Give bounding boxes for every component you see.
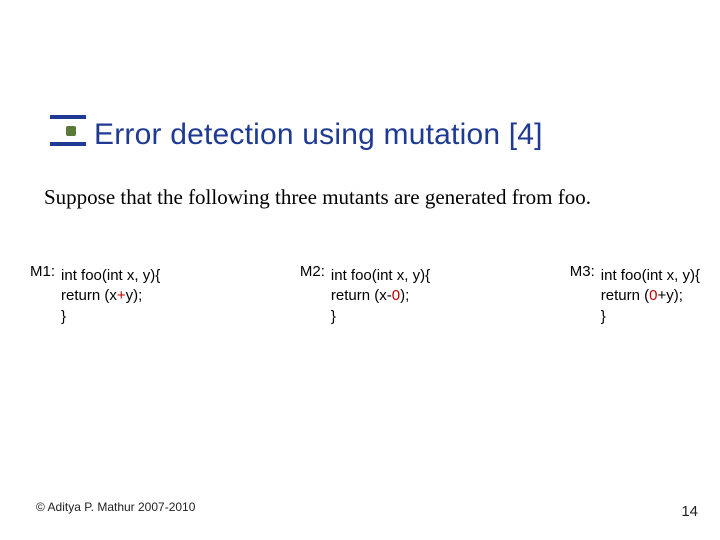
mutant-m3: M3: int foo(int x, y){ return (0+y); } — [570, 263, 700, 327]
mutant-code: int foo(int x, y){ return (x-0); } — [331, 266, 430, 327]
mutant-code: int foo(int x, y){ return (0+y); } — [601, 266, 700, 327]
code-line: } — [61, 308, 66, 325]
code-line: } — [601, 308, 606, 325]
footer-copyright: © Aditya P. Mathur 2007-2010 — [36, 500, 195, 514]
mutants-row: M1: int foo(int x, y){ return (x+y); } M… — [30, 263, 700, 327]
mutant-code: int foo(int x, y){ return (x+y); } — [61, 266, 160, 327]
code-mutation-highlight: 0 — [392, 287, 400, 304]
slide: Error detection using mutation [4] Suppo… — [0, 0, 720, 540]
mutant-m1: M1: int foo(int x, y){ return (x+y); } — [30, 263, 160, 327]
code-line-pre: return (x — [61, 287, 117, 304]
code-line-post: y); — [126, 287, 143, 304]
code-line: int foo(int x, y){ — [601, 267, 700, 284]
code-line-pre: return ( — [601, 287, 649, 304]
footer-page-number: 14 — [681, 503, 698, 520]
title-bullet-icon — [66, 126, 76, 136]
mutant-label: M2: — [300, 263, 325, 280]
mutant-label: M3: — [570, 263, 595, 280]
code-line-pre: return (x- — [331, 287, 392, 304]
code-line-post: +y); — [657, 287, 682, 304]
code-mutation-highlight: + — [117, 287, 126, 304]
mutant-label: M1: — [30, 263, 55, 280]
slide-title: Error detection using mutation [4] — [94, 118, 690, 152]
code-line: int foo(int x, y){ — [61, 267, 160, 284]
code-line-post: ); — [400, 287, 409, 304]
title-wrap: Error detection using mutation [4] — [94, 118, 690, 152]
slide-body-text: Suppose that the following three mutants… — [44, 184, 680, 211]
title-accent-lines — [50, 115, 86, 119]
mutant-m2: M2: int foo(int x, y){ return (x-0); } — [300, 263, 430, 327]
code-line: } — [331, 308, 336, 325]
code-line: int foo(int x, y){ — [331, 267, 430, 284]
